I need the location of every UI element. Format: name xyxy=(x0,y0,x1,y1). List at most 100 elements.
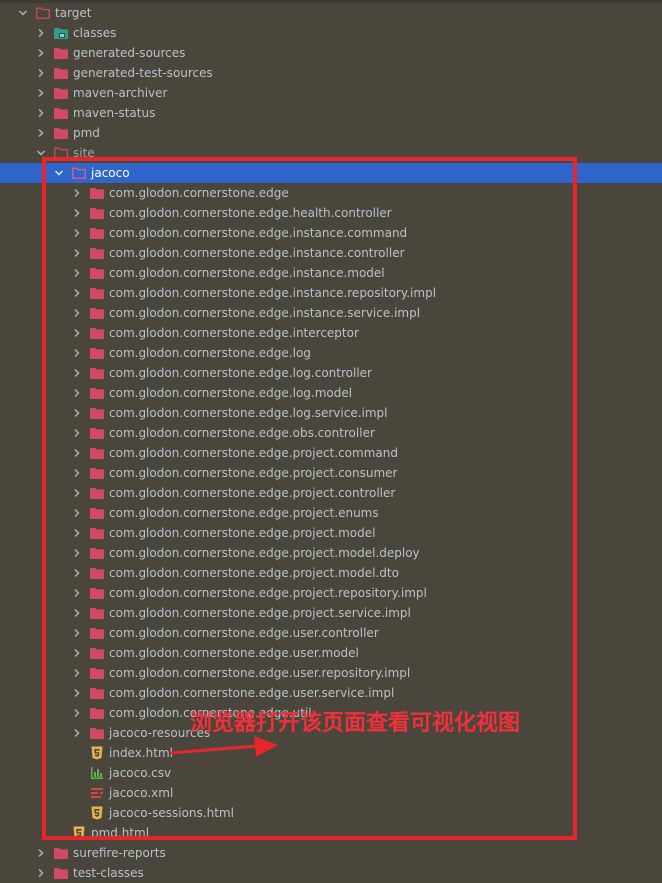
chevron-right-icon[interactable] xyxy=(71,463,83,483)
tree-row-package[interactable]: com.glodon.cornerstone.edge.instance.mod… xyxy=(0,263,662,283)
tree-row-jacoco-csv[interactable]: jacoco.csv xyxy=(0,763,662,783)
tree-row-surefire-reports[interactable]: surefire-reports xyxy=(0,843,662,863)
tree-row-jacoco[interactable]: jacoco xyxy=(0,163,662,183)
chevron-right-icon[interactable] xyxy=(35,843,47,863)
tree-row-package[interactable]: com.glodon.cornerstone.edge.instance.rep… xyxy=(0,283,662,303)
chevron-right-icon[interactable] xyxy=(35,63,47,83)
chevron-down-icon[interactable] xyxy=(17,3,29,23)
tree-row-package[interactable]: com.glodon.cornerstone.edge.project.comm… xyxy=(0,443,662,463)
tree-row-classes[interactable]: classes xyxy=(0,23,662,43)
chevron-right-icon[interactable] xyxy=(71,623,83,643)
chevron-right-icon[interactable] xyxy=(71,403,83,423)
tree-row-package[interactable]: com.glodon.cornerstone.edge.project.enum… xyxy=(0,503,662,523)
chevron-right-icon[interactable] xyxy=(71,223,83,243)
chevron-right-icon[interactable] xyxy=(71,483,83,503)
chevron-right-icon[interactable] xyxy=(71,203,83,223)
tree-row-package[interactable]: com.glodon.cornerstone.edge.project.cons… xyxy=(0,463,662,483)
tree-label: com.glodon.cornerstone.edge.project.comm… xyxy=(109,446,398,460)
tree-row-maven-status[interactable]: maven-status xyxy=(0,103,662,123)
tree-row-package[interactable]: com.glodon.cornerstone.edge.project.mode… xyxy=(0,563,662,583)
tree-row-package[interactable]: com.glodon.cornerstone.edge.instance.con… xyxy=(0,243,662,263)
chevron-right-icon[interactable] xyxy=(71,303,83,323)
tree-label: com.glodon.cornerstone.edge.project.mode… xyxy=(109,566,399,580)
tree-row-package[interactable]: com.glodon.cornerstone.edge.project.repo… xyxy=(0,583,662,603)
chevron-right-icon[interactable] xyxy=(71,503,83,523)
chevron-right-icon[interactable] xyxy=(71,523,83,543)
folder-icon xyxy=(90,506,104,520)
tree-row-pmd[interactable]: pmd xyxy=(0,123,662,143)
tree-row-target[interactable]: target xyxy=(0,3,662,23)
tree-label: jacoco-sessions.html xyxy=(109,806,234,820)
chevron-right-icon[interactable] xyxy=(35,103,47,123)
folder-icon xyxy=(90,546,104,560)
chevron-right-icon[interactable] xyxy=(71,563,83,583)
tree-row-package[interactable]: com.glodon.cornerstone.edge.user.model xyxy=(0,643,662,663)
folder-icon xyxy=(90,206,104,220)
tree-row-package[interactable]: com.glodon.cornerstone.edge.project.mode… xyxy=(0,523,662,543)
tree-label: jacoco xyxy=(91,166,130,180)
tree-row-pmd-html[interactable]: pmd.html xyxy=(0,823,662,843)
chevron-right-icon[interactable] xyxy=(71,263,83,283)
chevron-right-icon[interactable] xyxy=(71,323,83,343)
chevron-right-icon[interactable] xyxy=(71,243,83,263)
tree-label: com.glodon.cornerstone.edge.project.mode… xyxy=(109,546,420,560)
folder-icon xyxy=(90,326,104,340)
tree-label: com.glodon.cornerstone.edge.project.serv… xyxy=(109,606,411,620)
tree-label: com.glodon.cornerstone.edge.log.controll… xyxy=(109,366,372,380)
tree-row-package[interactable]: com.glodon.cornerstone.edge.user.reposit… xyxy=(0,663,662,683)
chevron-right-icon[interactable] xyxy=(71,443,83,463)
chevron-right-icon[interactable] xyxy=(71,603,83,623)
chevron-right-icon[interactable] xyxy=(71,683,83,703)
chevron-right-icon[interactable] xyxy=(71,663,83,683)
tree-row-package[interactable]: com.glodon.cornerstone.edge xyxy=(0,183,662,203)
tree-row-package[interactable]: com.glodon.cornerstone.edge.project.mode… xyxy=(0,543,662,563)
tree-row-jacoco-sessions-html[interactable]: jacoco-sessions.html xyxy=(0,803,662,823)
tree-label: surefire-reports xyxy=(73,846,166,860)
tree-row-package[interactable]: com.glodon.cornerstone.edge.instance.ser… xyxy=(0,303,662,323)
folder-icon xyxy=(90,666,104,680)
chevron-right-icon[interactable] xyxy=(71,343,83,363)
tree-row-package[interactable]: com.glodon.cornerstone.edge.instance.com… xyxy=(0,223,662,243)
tree-row-package[interactable]: com.glodon.cornerstone.edge.log.service.… xyxy=(0,403,662,423)
tree-row-package[interactable]: com.glodon.cornerstone.edge.interceptor xyxy=(0,323,662,343)
tree-row-package[interactable]: com.glodon.cornerstone.edge.user.service… xyxy=(0,683,662,703)
tree-row-package[interactable]: com.glodon.cornerstone.edge.log.model xyxy=(0,383,662,403)
chevron-right-icon[interactable] xyxy=(71,723,83,743)
chevron-right-icon[interactable] xyxy=(71,703,83,723)
chevron-down-icon[interactable] xyxy=(53,163,65,183)
tree-row-package[interactable]: com.glodon.cornerstone.edge.health.contr… xyxy=(0,203,662,223)
chevron-right-icon[interactable] xyxy=(35,43,47,63)
chevron-right-icon[interactable] xyxy=(71,643,83,663)
tree-label: com.glodon.cornerstone.edge.project.cons… xyxy=(109,466,398,480)
chevron-right-icon[interactable] xyxy=(71,363,83,383)
chevron-right-icon[interactable] xyxy=(71,423,83,443)
chevron-right-icon[interactable] xyxy=(71,183,83,203)
tree-row-package[interactable]: com.glodon.cornerstone.edge.log xyxy=(0,343,662,363)
chevron-down-icon[interactable] xyxy=(35,143,47,163)
tree-row-test-classes[interactable]: test-classes xyxy=(0,863,662,883)
folder-icon xyxy=(90,606,104,620)
tree-row-generated-sources[interactable]: generated-sources xyxy=(0,43,662,63)
chevron-right-icon[interactable] xyxy=(35,23,47,43)
chevron-right-icon[interactable] xyxy=(35,863,47,883)
tree-row-maven-archiver[interactable]: maven-archiver xyxy=(0,83,662,103)
tree-row-package[interactable]: com.glodon.cornerstone.edge.obs.controll… xyxy=(0,423,662,443)
chevron-right-icon[interactable] xyxy=(71,383,83,403)
chevron-right-icon[interactable] xyxy=(71,543,83,563)
chevron-right-icon[interactable] xyxy=(71,283,83,303)
tree-row-generated-test-sources[interactable]: generated-test-sources xyxy=(0,63,662,83)
chevron-right-icon[interactable] xyxy=(35,83,47,103)
tree-row-jacoco-xml[interactable]: jacoco.xml xyxy=(0,783,662,803)
folder-icon xyxy=(54,86,68,100)
tree-row-package[interactable]: com.glodon.cornerstone.edge.user.control… xyxy=(0,623,662,643)
tree-row-package[interactable]: com.glodon.cornerstone.edge.project.cont… xyxy=(0,483,662,503)
folder-icon xyxy=(90,226,104,240)
tree-row-site[interactable]: site xyxy=(0,143,662,163)
tree-row-package[interactable]: com.glodon.cornerstone.edge.log.controll… xyxy=(0,363,662,383)
folder-icon xyxy=(54,846,68,860)
tree-row-package[interactable]: com.glodon.cornerstone.edge.project.serv… xyxy=(0,603,662,623)
tree-row-index-html[interactable]: index.html xyxy=(0,743,662,763)
chevron-right-icon[interactable] xyxy=(35,123,47,143)
tree-label: classes xyxy=(73,26,117,40)
chevron-right-icon[interactable] xyxy=(71,583,83,603)
